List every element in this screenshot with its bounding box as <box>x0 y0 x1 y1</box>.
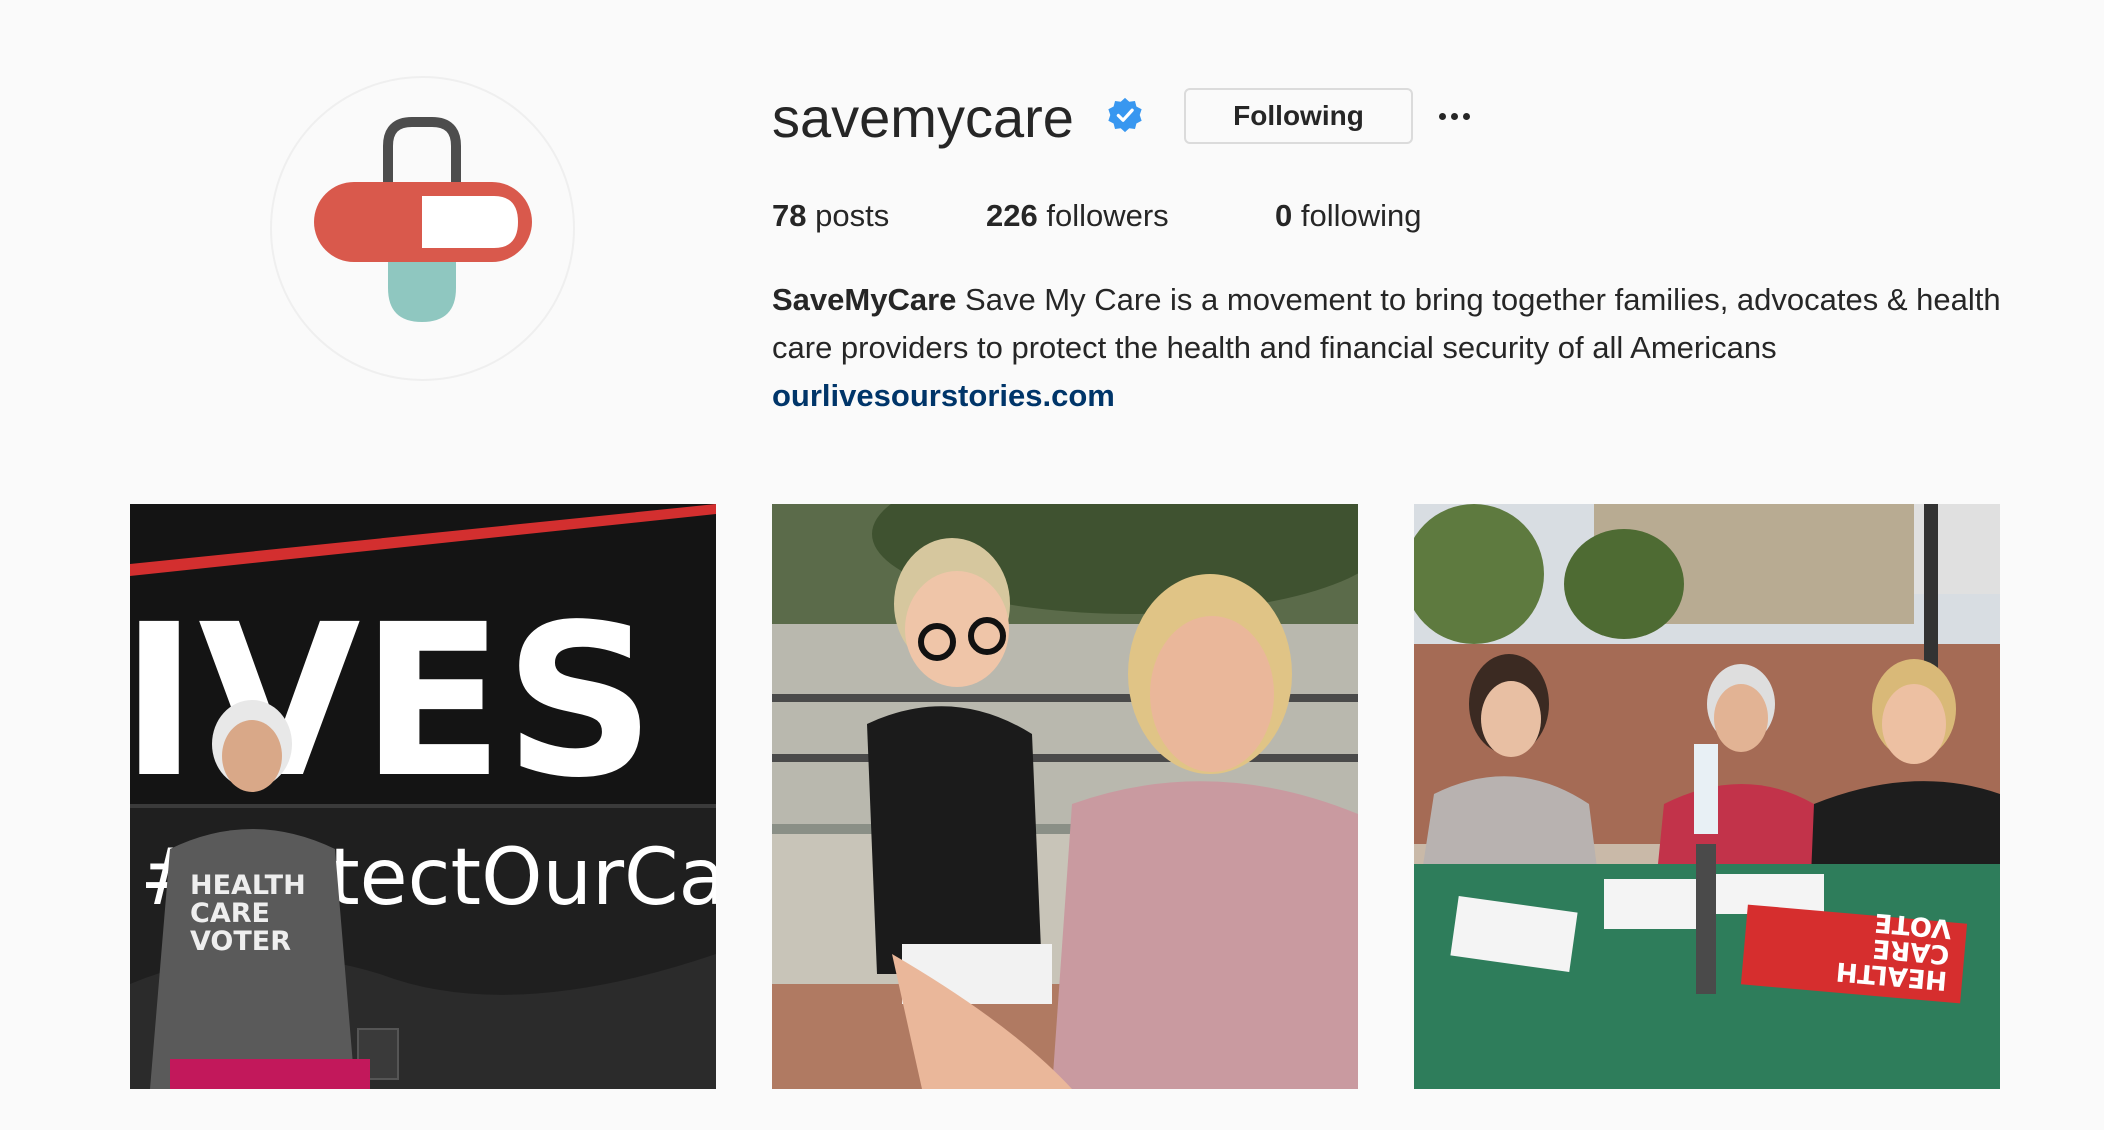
following-button[interactable]: Following <box>1184 88 1413 144</box>
followers-label: followers <box>1046 198 1169 233</box>
profile-username: savemycare <box>772 86 1074 149</box>
post-image: IVES #ProtectOurCare HEALTH CARE VOTER <box>130 504 716 1089</box>
post-thumbnail[interactable]: HEALTH CARE VOTE <box>1414 504 2000 1089</box>
shirt-text-line: HEALTH <box>190 870 306 901</box>
pill-lock-logo-icon <box>314 117 532 322</box>
shirt-text-line: VOTER <box>190 926 291 957</box>
dot <box>1462 112 1470 120</box>
profile-avatar[interactable] <box>270 76 575 381</box>
posts-label: posts <box>815 198 890 233</box>
bus-text-large: IVES <box>130 579 655 824</box>
bio-website-link[interactable]: ourlivesourstories.com <box>772 378 1115 413</box>
post-image <box>772 504 1358 1089</box>
posts-stat[interactable]: 78 posts <box>772 196 889 236</box>
following-count: 0 <box>1275 198 1293 233</box>
posts-count: 78 <box>772 198 807 233</box>
post-thumbnail[interactable] <box>772 504 1358 1089</box>
following-stat[interactable]: 0 following <box>1275 196 1422 236</box>
profile-bio: SaveMyCare Save My Care is a movement to… <box>772 276 2012 420</box>
followers-count: 226 <box>986 198 1038 233</box>
post-image: HEALTH CARE VOTE <box>1414 504 2000 1089</box>
more-options-icon[interactable] <box>1434 100 1474 132</box>
dot <box>1450 112 1458 120</box>
bio-text: Save My Care is a movement to bring toge… <box>772 282 2001 365</box>
post-thumbnail[interactable]: IVES #ProtectOurCare HEALTH CARE VOTER <box>130 504 716 1089</box>
following-label: following <box>1300 198 1422 233</box>
followers-stat[interactable]: 226 followers <box>986 196 1169 236</box>
profile-full-name: SaveMyCare <box>772 282 957 317</box>
dot <box>1438 112 1446 120</box>
verified-badge-icon <box>1108 97 1142 133</box>
shirt-text-line: CARE <box>190 898 270 929</box>
